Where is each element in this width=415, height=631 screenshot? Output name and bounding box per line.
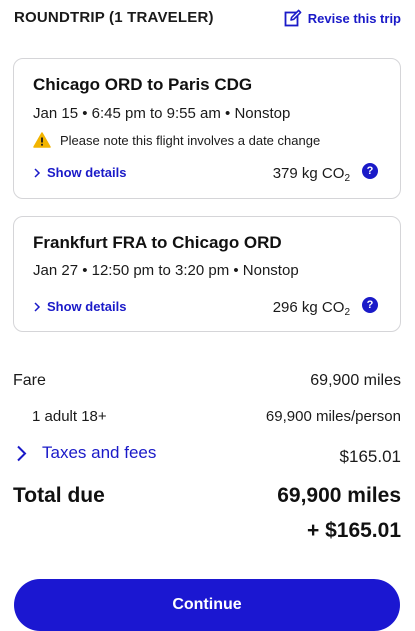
trip-title: ROUNDTRIP (1 TRAVELER) — [14, 9, 214, 26]
co2-value: 296 kg CO — [272, 299, 345, 316]
edit-icon — [284, 9, 302, 27]
date-change-warning: Please note this flight involves a date … — [33, 132, 320, 148]
warning-text: Please note this flight involves a date … — [60, 132, 321, 148]
adult-label: 1 adult 18+ — [32, 408, 107, 425]
total-usd: + $165.01 — [306, 519, 401, 542]
revise-trip-label: Revise this trip — [307, 10, 401, 26]
taxes-row: Taxes and fees $165.01 — [13, 443, 401, 467]
total-miles: 69,900 miles — [277, 484, 401, 507]
chevron-right-icon — [34, 301, 41, 312]
fare-value: 69,900 miles — [310, 372, 401, 389]
revise-trip-link[interactable]: Revise this trip — [284, 9, 401, 27]
total-label: Total due — [13, 484, 105, 507]
help-icon[interactable]: ? — [362, 163, 378, 179]
adult-value: 69,900 miles/person — [265, 408, 401, 425]
continue-button[interactable]: Continue — [14, 579, 400, 631]
taxes-value: $165.01 — [339, 446, 401, 466]
show-details-label: Show details — [47, 165, 127, 180]
co2-emissions: 379 kg CO2 — [273, 165, 350, 184]
help-icon[interactable]: ? — [362, 297, 378, 313]
flight-card-return: Frankfurt FRA to Chicago ORD Jan 27 • 12… — [13, 216, 401, 332]
show-details-button[interactable]: Show details — [33, 299, 126, 314]
flight-timing: Jan 27 • 12:50 pm to 3:20 pm • Nonstop — [33, 262, 299, 279]
flight-card-outbound: Chicago ORD to Paris CDG Jan 15 • 6:45 p… — [13, 58, 401, 199]
fare-row: Fare 69,900 miles — [13, 372, 401, 390]
show-details-label: Show details — [47, 299, 127, 314]
co2-subscript: 2 — [344, 307, 350, 318]
show-details-button[interactable]: Show details — [33, 165, 126, 180]
taxes-toggle[interactable]: Taxes and fees — [13, 443, 156, 463]
taxes-label: Taxes and fees — [42, 443, 157, 462]
flight-route: Chicago ORD to Paris CDG — [33, 75, 253, 94]
co2-value: 379 kg CO — [272, 165, 345, 182]
fare-label: Fare — [13, 372, 46, 389]
chevron-right-icon — [17, 445, 27, 461]
co2-emissions: 296 kg CO2 — [273, 299, 350, 318]
co2-subscript: 2 — [344, 173, 350, 184]
flight-route: Frankfurt FRA to Chicago ORD — [33, 233, 282, 252]
total-row: Total due 69,900 miles — [13, 484, 401, 508]
flight-timing: Jan 15 • 6:45 pm to 9:55 am • Nonstop — [33, 105, 291, 122]
trip-header: ROUNDTRIP (1 TRAVELER) Revise this trip — [14, 8, 401, 30]
adult-fare-row: 1 adult 18+ 69,900 miles/person — [13, 408, 401, 425]
chevron-right-icon — [34, 167, 41, 178]
warning-icon — [33, 132, 51, 148]
